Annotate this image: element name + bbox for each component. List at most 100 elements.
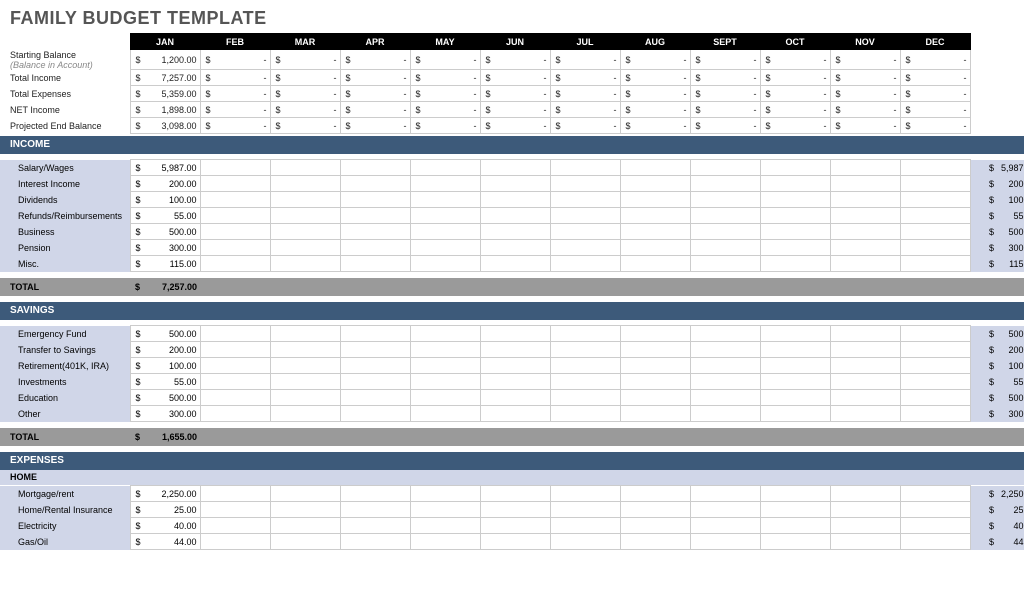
value-cell[interactable]	[620, 176, 690, 192]
value-cell[interactable]	[270, 390, 340, 406]
value-cell[interactable]	[620, 192, 690, 208]
value-cell[interactable]	[900, 374, 970, 390]
value-cell[interactable]	[620, 518, 690, 534]
value-cell[interactable]	[200, 240, 270, 256]
value-cell[interactable]	[480, 176, 550, 192]
value-cell[interactable]	[760, 374, 830, 390]
value-cell[interactable]: $-	[480, 70, 550, 86]
value-cell[interactable]: $-	[270, 102, 340, 118]
value-cell[interactable]	[830, 502, 900, 518]
value-cell[interactable]	[690, 224, 760, 240]
value-cell[interactable]	[620, 358, 690, 374]
value-cell[interactable]	[900, 534, 970, 550]
value-cell[interactable]	[830, 358, 900, 374]
value-cell[interactable]	[200, 208, 270, 224]
value-cell[interactable]	[900, 326, 970, 342]
value-cell[interactable]: $100.00	[130, 358, 200, 374]
value-cell[interactable]	[200, 358, 270, 374]
value-cell[interactable]	[690, 160, 760, 176]
value-cell[interactable]	[830, 224, 900, 240]
value-cell[interactable]: $-	[550, 102, 620, 118]
value-cell[interactable]	[760, 192, 830, 208]
value-cell[interactable]	[830, 208, 900, 224]
value-cell[interactable]: $-	[410, 86, 480, 102]
value-cell[interactable]	[410, 160, 480, 176]
value-cell[interactable]	[760, 406, 830, 422]
value-cell[interactable]	[340, 374, 410, 390]
value-cell[interactable]	[410, 358, 480, 374]
value-cell[interactable]	[620, 224, 690, 240]
value-cell[interactable]	[270, 160, 340, 176]
value-cell[interactable]	[690, 256, 760, 272]
value-cell[interactable]: $3,098.00	[130, 118, 200, 134]
value-cell[interactable]: $-	[620, 86, 690, 102]
value-cell[interactable]: $-	[760, 102, 830, 118]
value-cell[interactable]: $200.00	[130, 176, 200, 192]
value-cell[interactable]	[550, 518, 620, 534]
value-cell[interactable]	[620, 208, 690, 224]
value-cell[interactable]	[410, 502, 480, 518]
value-cell[interactable]	[900, 208, 970, 224]
value-cell[interactable]: $-	[690, 118, 760, 134]
value-cell[interactable]	[270, 358, 340, 374]
value-cell[interactable]	[480, 358, 550, 374]
value-cell[interactable]: $100.00	[130, 192, 200, 208]
value-cell[interactable]	[410, 342, 480, 358]
value-cell[interactable]	[200, 224, 270, 240]
value-cell[interactable]: $500.00	[130, 224, 200, 240]
value-cell[interactable]: $-	[410, 118, 480, 134]
value-cell[interactable]	[620, 390, 690, 406]
value-cell[interactable]: $-	[480, 118, 550, 134]
value-cell[interactable]	[200, 176, 270, 192]
value-cell[interactable]	[200, 390, 270, 406]
value-cell[interactable]	[410, 224, 480, 240]
value-cell[interactable]: $-	[830, 86, 900, 102]
value-cell[interactable]: $500.00	[130, 390, 200, 406]
value-cell[interactable]: $25.00	[130, 502, 200, 518]
value-cell[interactable]	[270, 240, 340, 256]
value-cell[interactable]	[340, 240, 410, 256]
value-cell[interactable]: $-	[830, 70, 900, 86]
value-cell[interactable]	[340, 160, 410, 176]
value-cell[interactable]: $-	[480, 86, 550, 102]
value-cell[interactable]	[760, 486, 830, 502]
value-cell[interactable]	[410, 518, 480, 534]
value-cell[interactable]	[340, 518, 410, 534]
value-cell[interactable]	[620, 502, 690, 518]
value-cell[interactable]	[620, 256, 690, 272]
value-cell[interactable]	[900, 176, 970, 192]
value-cell[interactable]: $-	[340, 102, 410, 118]
value-cell[interactable]: $300.00	[130, 406, 200, 422]
value-cell[interactable]	[480, 502, 550, 518]
value-cell[interactable]	[690, 406, 760, 422]
value-cell[interactable]: $-	[410, 70, 480, 86]
value-cell[interactable]	[900, 502, 970, 518]
value-cell[interactable]	[270, 176, 340, 192]
value-cell[interactable]: $-	[690, 102, 760, 118]
value-cell[interactable]	[690, 176, 760, 192]
value-cell[interactable]	[760, 534, 830, 550]
value-cell[interactable]: $-	[690, 50, 760, 70]
value-cell[interactable]: $-	[410, 50, 480, 70]
value-cell[interactable]	[620, 342, 690, 358]
value-cell[interactable]	[410, 486, 480, 502]
value-cell[interactable]	[900, 160, 970, 176]
value-cell[interactable]	[900, 518, 970, 534]
value-cell[interactable]: $-	[340, 50, 410, 70]
value-cell[interactable]	[760, 358, 830, 374]
value-cell[interactable]	[620, 374, 690, 390]
value-cell[interactable]	[830, 192, 900, 208]
value-cell[interactable]: $44.00	[130, 534, 200, 550]
value-cell[interactable]: $-	[270, 118, 340, 134]
value-cell[interactable]	[900, 358, 970, 374]
value-cell[interactable]	[900, 486, 970, 502]
value-cell[interactable]	[900, 342, 970, 358]
value-cell[interactable]	[550, 256, 620, 272]
value-cell[interactable]	[760, 502, 830, 518]
value-cell[interactable]	[830, 160, 900, 176]
value-cell[interactable]	[830, 406, 900, 422]
value-cell[interactable]: $2,250.00	[130, 486, 200, 502]
value-cell[interactable]: $1,200.00	[130, 50, 200, 70]
value-cell[interactable]	[410, 406, 480, 422]
value-cell[interactable]: $-	[270, 50, 340, 70]
